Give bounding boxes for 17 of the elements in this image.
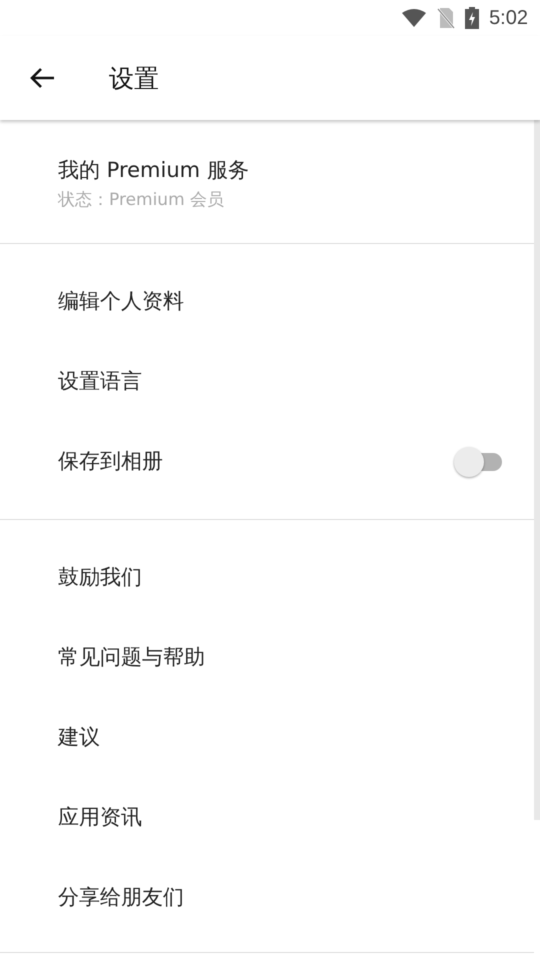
status-time: 5:02 <box>489 6 528 30</box>
no-sim-icon <box>437 7 456 29</box>
back-arrow-icon[interactable] <box>29 67 55 89</box>
item-label: 保存到相册 <box>58 448 163 475</box>
wifi-icon <box>401 8 428 28</box>
battery-charging-icon <box>465 7 480 29</box>
toolbar-title: 设置 <box>109 62 159 94</box>
item-subtitle: 状态：Premium 会员 <box>58 189 226 211</box>
settings-item[interactable]: 设置语言 <box>0 341 534 421</box>
item-label: 我的 Premium 服务 <box>58 157 250 184</box>
settings-item[interactable]: 建议 <box>0 697 534 777</box>
settings-item[interactable]: 应用资讯 <box>0 777 534 857</box>
settings-item[interactable]: 编辑个人资料 <box>0 261 534 341</box>
settings-item[interactable]: 鼓励我们 <box>0 537 534 617</box>
settings-item[interactable]: 常见问题与帮助 <box>0 617 534 697</box>
settings-item[interactable]: 分享给朋友们 <box>0 857 534 937</box>
premium-item[interactable]: 我的 Premium 服务 状态：Premium 会员 <box>0 120 534 243</box>
